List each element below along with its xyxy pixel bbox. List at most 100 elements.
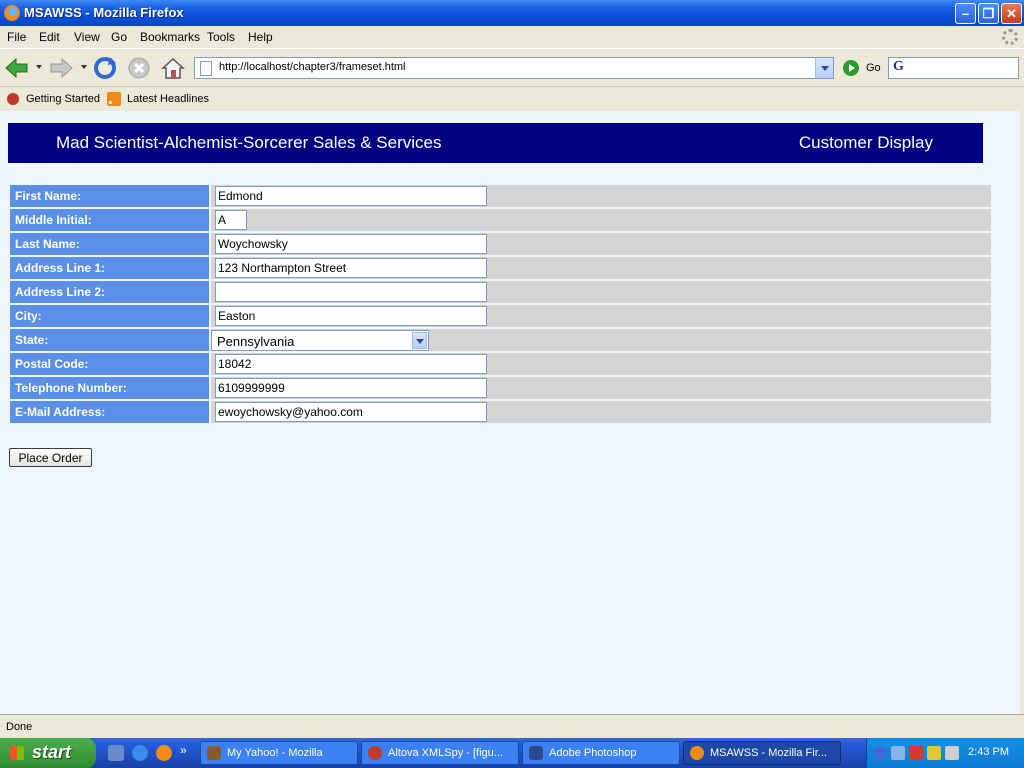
form-field-cell	[211, 377, 991, 399]
clock[interactable]: 2:43 PM	[968, 746, 1009, 758]
restore-button[interactable]: ❐	[978, 3, 999, 24]
menu-view[interactable]: View	[74, 30, 100, 44]
company-title: Mad Scientist-Alchemist-Sorcerer Sales &…	[56, 133, 442, 152]
mozilla-icon	[207, 746, 221, 760]
stop-icon[interactable]	[126, 55, 152, 81]
city-label: City:	[10, 305, 209, 327]
form-row: City:	[10, 305, 991, 327]
internet-explorer-icon[interactable]	[132, 745, 148, 761]
task-my-yahoo[interactable]: My Yahoo! - Mozilla	[200, 741, 358, 765]
form-field-cell: Pennsylvania	[211, 329, 991, 351]
middle-initial-field[interactable]	[215, 210, 247, 230]
last-name-label: Last Name:	[10, 233, 209, 255]
middle-initial-label: Middle Initial:	[10, 209, 209, 231]
page-title: Customer Display	[798, 133, 933, 152]
url-text[interactable]: http://localhost/chapter3/frameset.html	[219, 61, 405, 73]
menu-file[interactable]: File	[7, 30, 26, 44]
start-button[interactable]: start	[0, 738, 96, 768]
menu-help[interactable]: Help	[248, 30, 273, 44]
form-field-cell	[211, 353, 991, 375]
network-icon[interactable]	[891, 746, 905, 760]
form-field-cell	[211, 305, 991, 327]
state-selected-value: Pennsylvania	[217, 333, 295, 349]
form-row: Last Name:	[10, 233, 991, 255]
forward-arrow-icon[interactable]	[48, 55, 74, 81]
bookmark-getting-started[interactable]: Getting Started	[26, 93, 100, 105]
form-row: Postal Code:	[10, 353, 991, 375]
rss-icon	[107, 92, 121, 106]
email-field[interactable]	[215, 402, 487, 422]
form-row: E-Mail Address:	[10, 401, 991, 423]
back-dropdown-icon[interactable]	[36, 65, 42, 69]
page-content: Mad Scientist-Alchemist-Sorcerer Sales &…	[0, 111, 1024, 714]
task-xmlspy[interactable]: Altova XMLSpy - [figu...	[361, 741, 519, 765]
show-desktop-icon[interactable]	[108, 745, 124, 761]
activity-throbber-icon	[1002, 29, 1018, 45]
postal-code-label: Postal Code:	[10, 353, 209, 375]
address-line-2-field[interactable]	[215, 282, 487, 302]
bookmark-latest-headlines[interactable]: Latest Headlines	[127, 93, 209, 105]
email-label: E-Mail Address:	[10, 401, 209, 423]
form-row: Telephone Number:	[10, 377, 991, 399]
form-field-cell	[211, 281, 991, 303]
form-field-cell	[211, 257, 991, 279]
firefox-icon	[690, 746, 704, 760]
form-field-cell	[211, 401, 991, 423]
form-row: Middle Initial:	[10, 209, 991, 231]
go-icon[interactable]	[843, 60, 859, 76]
first-name-label: First Name:	[10, 185, 209, 207]
first-name-field[interactable]	[215, 186, 487, 206]
bookmark-icon	[7, 93, 19, 105]
volume-icon[interactable]	[945, 746, 959, 760]
forward-dropdown-icon[interactable]	[81, 65, 87, 69]
tray-app-icon[interactable]	[927, 746, 941, 760]
status-bar: Done	[0, 714, 1024, 739]
firefox-quicklaunch-icon[interactable]	[156, 745, 172, 761]
form-field-cell	[211, 233, 991, 255]
place-order-button[interactable]: Place Order	[9, 448, 92, 467]
minimize-button[interactable]: –	[955, 3, 976, 24]
telephone-field[interactable]	[215, 378, 487, 398]
address-line-1-field[interactable]	[215, 258, 487, 278]
url-history-dropdown[interactable]	[815, 58, 833, 78]
chevron-down-icon[interactable]	[412, 331, 427, 349]
reload-icon[interactable]	[92, 55, 118, 81]
telephone-label: Telephone Number:	[10, 377, 209, 399]
go-button[interactable]: Go	[866, 62, 881, 74]
menu-bookmarks[interactable]: Bookmarks	[140, 30, 200, 44]
page-banner: Mad Scientist-Alchemist-Sorcerer Sales &…	[8, 123, 983, 163]
xmlspy-icon	[368, 746, 382, 760]
city-field[interactable]	[215, 306, 487, 326]
url-bar[interactable]: http://localhost/chapter3/frameset.html	[194, 57, 834, 79]
postal-code-field[interactable]	[215, 354, 487, 374]
window-title: MSAWSS - Mozilla Firefox	[24, 5, 184, 20]
home-icon[interactable]	[160, 55, 186, 81]
menu-go[interactable]: Go	[111, 30, 127, 44]
zonealarm-icon[interactable]	[909, 746, 923, 760]
form-field-cell	[211, 209, 991, 231]
firefox-icon	[4, 5, 20, 21]
photoshop-icon	[529, 746, 543, 760]
address-line-1-label: Address Line 1:	[10, 257, 209, 279]
customer-form: First Name: Middle Initial: Last Name: A…	[8, 183, 993, 425]
task-label: Adobe Photoshop	[549, 747, 637, 759]
tray-expand-icon[interactable]	[873, 746, 887, 760]
menu-bar: File Edit View Go Bookmarks Tools Help	[0, 26, 1024, 48]
menu-edit[interactable]: Edit	[39, 30, 60, 44]
google-icon[interactable]: G	[893, 59, 904, 75]
form-field-cell	[211, 185, 991, 207]
menu-tools[interactable]: Tools	[207, 30, 235, 44]
last-name-field[interactable]	[215, 234, 487, 254]
quicklaunch-chevron[interactable]: »	[180, 743, 187, 757]
taskbar: start » My Yahoo! - Mozilla Altova XMLSp…	[0, 738, 1024, 768]
status-text: Done	[6, 721, 33, 733]
search-input[interactable]: G	[888, 57, 1019, 79]
task-msawss-firefox[interactable]: MSAWSS - Mozilla Fir...	[683, 741, 841, 765]
state-label: State:	[10, 329, 209, 351]
state-select[interactable]: Pennsylvania	[211, 329, 429, 351]
form-row: Address Line 1:	[10, 257, 991, 279]
task-photoshop[interactable]: Adobe Photoshop	[522, 741, 680, 765]
close-button[interactable]: ✕	[1001, 3, 1022, 24]
back-arrow-icon[interactable]	[4, 55, 30, 81]
system-tray: 2:43 PM	[866, 738, 1024, 768]
